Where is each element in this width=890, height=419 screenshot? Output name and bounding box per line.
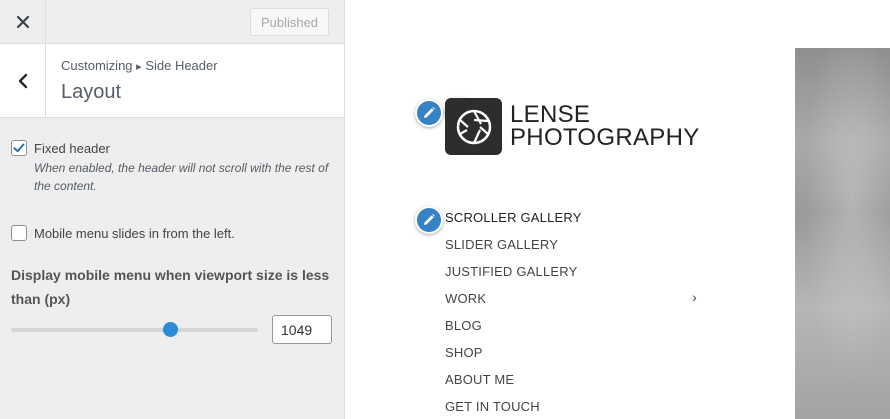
edit-site-identity-button[interactable] — [415, 99, 443, 127]
pencil-icon — [424, 214, 435, 225]
mobile-breakpoint-input[interactable] — [272, 315, 332, 344]
mobile-menu-left-control: Mobile menu slides in from the left. — [11, 225, 331, 245]
section-header: Customizing ▸ Side Header Layout — [0, 44, 344, 118]
pencil-icon — [424, 107, 435, 118]
chevron-left-icon — [18, 73, 27, 88]
breadcrumb-parent: Customizing — [61, 58, 133, 73]
menu-item-blog[interactable]: BLOG — [445, 318, 697, 336]
menu-item-justified-gallery[interactable]: JUSTIFIED GALLERY — [445, 264, 697, 282]
menu-item-get-in-touch[interactable]: GET IN TOUCH — [445, 399, 697, 417]
mobile-breakpoint-label: Display mobile menu when viewport size i… — [11, 267, 330, 307]
fixed-header-checkbox[interactable] — [11, 140, 27, 156]
edit-menu-button[interactable] — [415, 206, 443, 234]
mobile-breakpoint-slider-handle[interactable] — [163, 322, 178, 337]
customizer-sidebar: Published Customizing ▸ Side Header Layo… — [0, 0, 345, 419]
menu-item-slider-gallery[interactable]: SLIDER GALLERY — [445, 237, 697, 255]
customizer-topbar: Published — [0, 0, 344, 44]
breadcrumb-separator: ▸ — [136, 61, 142, 73]
fixed-header-description: When enabled, the header will not scroll… — [34, 161, 329, 193]
back-button[interactable] — [0, 44, 46, 117]
menu-item-work-label: WORK — [445, 291, 487, 306]
site-logo[interactable] — [445, 98, 502, 155]
close-button[interactable] — [0, 0, 46, 44]
mobile-menu-left-label[interactable]: Mobile menu slides in from the left. — [34, 226, 235, 241]
chevron-right-icon[interactable]: › — [692, 289, 697, 305]
menu-item-scroller-gallery[interactable]: SCROLLER GALLERY — [445, 210, 697, 228]
mobile-menu-left-checkbox[interactable] — [11, 225, 27, 241]
mobile-breakpoint-slider-track[interactable] — [11, 328, 258, 332]
menu-item-work[interactable]: WORK › — [445, 289, 697, 309]
site-title-line1: LENSE — [510, 101, 591, 128]
breadcrumb-current: Side Header — [145, 58, 218, 73]
publish-button[interactable]: Published — [250, 8, 329, 36]
camera-aperture-icon — [456, 109, 491, 144]
menu-item-shop[interactable]: SHOP — [445, 345, 697, 363]
hero-photo — [795, 48, 890, 419]
breadcrumb: Customizing ▸ Side Header — [61, 58, 218, 73]
fixed-header-label[interactable]: Fixed header — [34, 141, 110, 156]
site-title-line2: PHOTOGRAPHY — [510, 124, 700, 151]
section-title: Layout — [61, 81, 122, 103]
fixed-header-control: Fixed header When enabled, the header wi… — [11, 140, 331, 200]
checkmark-icon — [13, 143, 25, 153]
site-preview: LENSE PHOTOGRAPHY SCROLLER GALLERY SLIDE… — [345, 0, 890, 419]
close-icon — [16, 16, 29, 28]
menu-item-about-me[interactable]: ABOUT ME — [445, 372, 697, 390]
site-title[interactable]: LENSE PHOTOGRAPHY — [510, 101, 700, 151]
